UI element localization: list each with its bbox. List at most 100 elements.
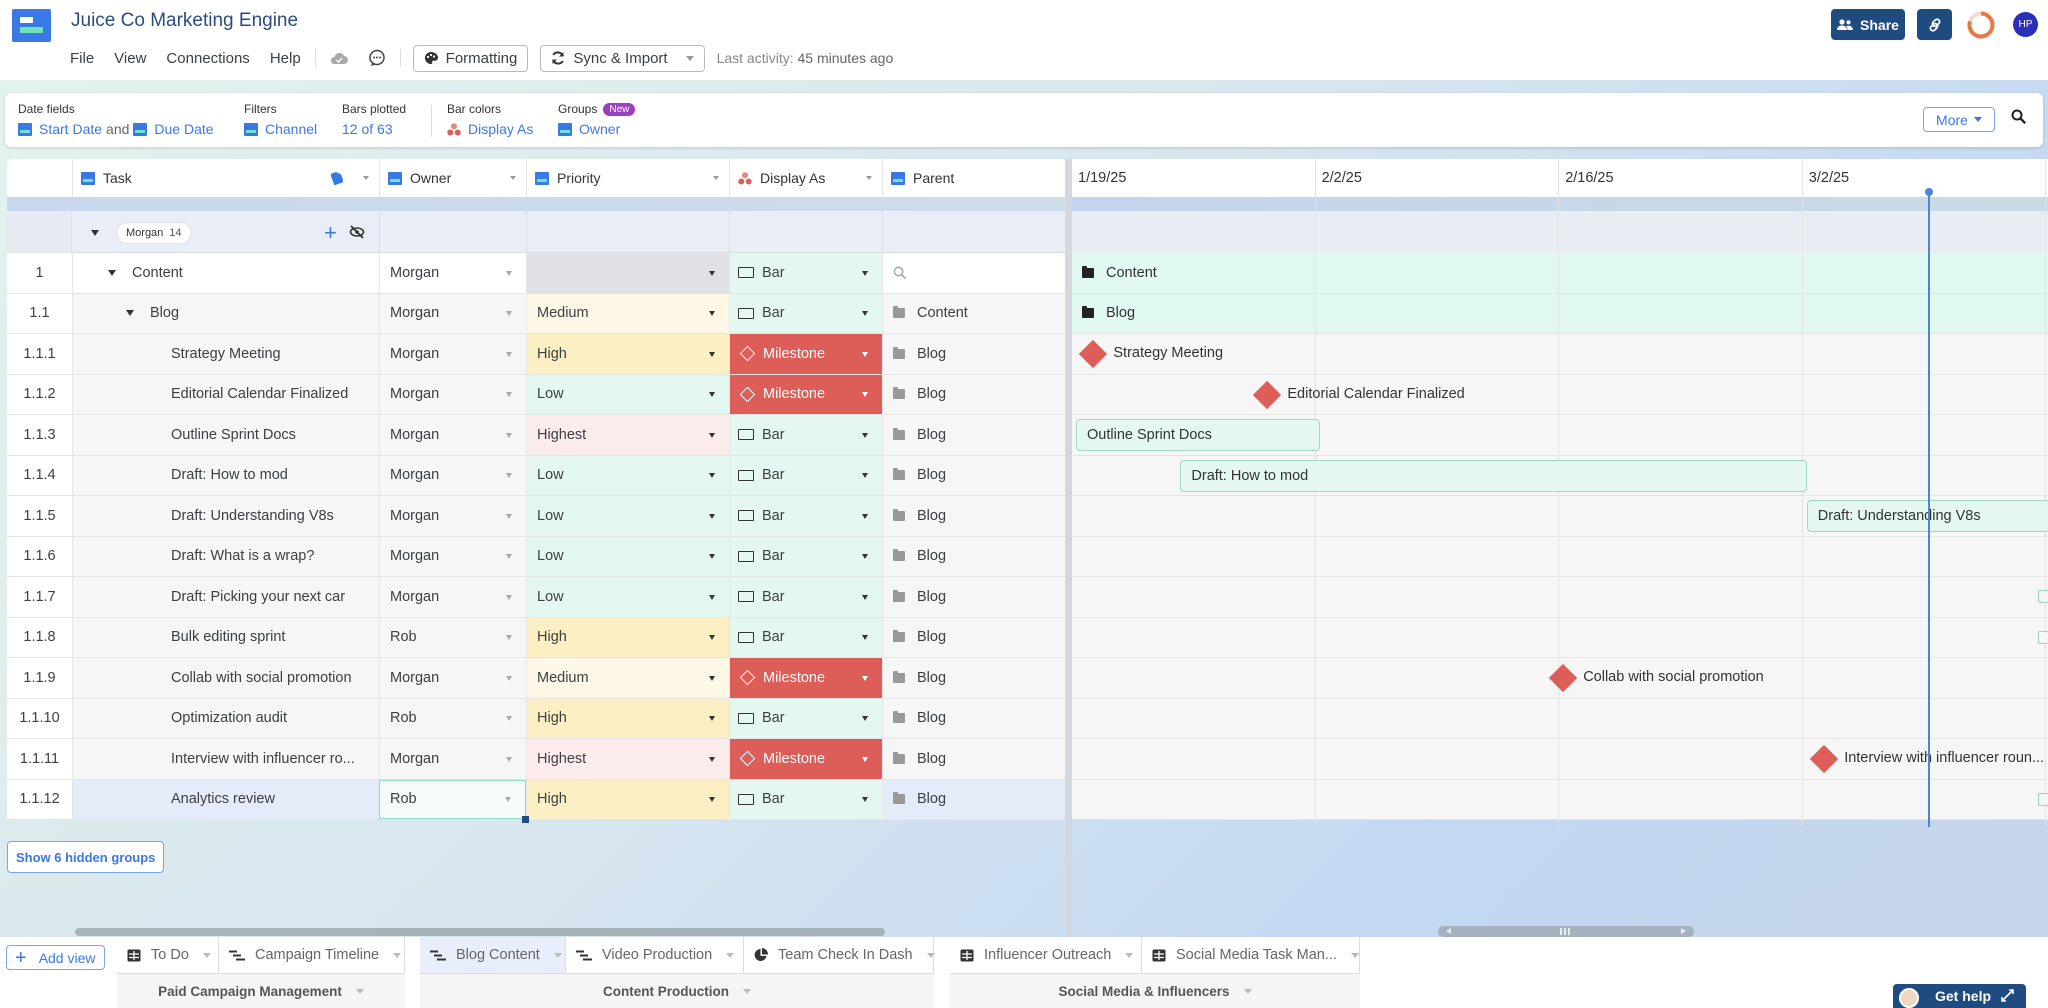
- progress-ring-icon[interactable]: [1966, 10, 1996, 40]
- chevron-down-icon[interactable]: [709, 756, 715, 762]
- chevron-down-icon[interactable]: [713, 176, 719, 180]
- chevron-down-icon[interactable]: [726, 952, 735, 958]
- user-avatar[interactable]: HP: [2013, 12, 2038, 37]
- owner-cell[interactable]: Morgan: [379, 496, 526, 536]
- column-header-owner[interactable]: Owner: [379, 159, 526, 197]
- view-tab[interactable]: Campaign Timeline: [219, 937, 405, 974]
- chevron-down-icon[interactable]: [862, 756, 868, 762]
- table-row[interactable]: 1.1.12 Analytics review Rob High Bar Blo…: [7, 779, 1065, 823]
- parent-cell[interactable]: Blog: [882, 577, 1065, 617]
- view-tab[interactable]: Team Check In Dash: [744, 937, 935, 974]
- owner-cell[interactable]: Morgan: [379, 739, 526, 779]
- chevron-down-icon[interactable]: [709, 513, 715, 519]
- chevron-down-icon[interactable]: [862, 432, 868, 438]
- chevron-down-icon[interactable]: [709, 351, 715, 357]
- chevron-down-icon[interactable]: [862, 311, 868, 317]
- parent-cell[interactable]: Blog: [882, 698, 1065, 738]
- owner-cell[interactable]: Morgan: [379, 658, 526, 698]
- priority-cell[interactable]: Low: [526, 536, 729, 576]
- grid-horizontal-scrollbar[interactable]: [75, 928, 885, 936]
- copy-link-button[interactable]: [1917, 9, 1952, 40]
- task-cell[interactable]: Interview with influencer ro...: [72, 739, 379, 779]
- priority-cell[interactable]: High: [526, 698, 729, 738]
- display-as-cell[interactable]: Milestone: [729, 739, 882, 779]
- chevron-down-icon[interactable]: [553, 952, 562, 958]
- chevron-down-icon[interactable]: [505, 797, 511, 803]
- chevron-down-icon[interactable]: [862, 716, 868, 722]
- app-title[interactable]: Juice Co Marketing Engine: [71, 10, 298, 32]
- scroll-grip-icon[interactable]: [1560, 928, 1570, 935]
- priority-cell[interactable]: Medium: [526, 658, 729, 698]
- groups-value[interactable]: Owner: [579, 121, 620, 137]
- offscreen-bar-indicator[interactable]: [2038, 630, 2048, 644]
- chevron-down-icon[interactable]: [506, 594, 512, 600]
- parent-cell[interactable]: Blog: [882, 739, 1065, 779]
- app-logo[interactable]: [12, 9, 51, 42]
- column-header-display-as[interactable]: Display As: [729, 159, 882, 197]
- parent-cell[interactable]: Blog: [882, 455, 1065, 495]
- task-cell[interactable]: Outline Sprint Docs: [72, 415, 379, 455]
- display-as-cell[interactable]: Milestone: [729, 334, 882, 374]
- chevron-down-icon[interactable]: [506, 351, 512, 357]
- chevron-down-icon[interactable]: [506, 554, 512, 560]
- display-as-cell[interactable]: Bar: [729, 455, 882, 495]
- view-tab[interactable]: Blog Content: [420, 937, 566, 974]
- task-cell[interactable]: Draft: Picking your next car: [72, 577, 379, 617]
- chevron-down-icon[interactable]: [862, 473, 868, 479]
- bar-colors-setting[interactable]: Bar colors Display As: [447, 101, 533, 137]
- parent-cell[interactable]: Blog: [882, 536, 1065, 576]
- chevron-down-icon[interactable]: [506, 392, 512, 398]
- view-group-paid-campaign[interactable]: Paid Campaign Management: [117, 974, 405, 1008]
- priority-cell[interactable]: Highest: [526, 415, 729, 455]
- task-cell[interactable]: Blog: [72, 293, 379, 333]
- table-row[interactable]: 1.1.5 Draft: Understanding V8s Morgan Lo…: [7, 496, 1065, 537]
- display-as-cell[interactable]: Bar: [729, 577, 882, 617]
- show-hidden-groups-button[interactable]: Show 6 hidden groups: [7, 841, 165, 873]
- chevron-down-icon[interactable]: [709, 392, 715, 398]
- task-cell[interactable]: Optimization audit: [72, 698, 379, 738]
- chevron-down-icon[interactable]: [393, 952, 402, 958]
- priority-cell[interactable]: Medium: [526, 293, 729, 333]
- priority-cell[interactable]: Low: [526, 374, 729, 414]
- owner-cell[interactable]: Morgan: [379, 293, 526, 333]
- chevron-down-icon[interactable]: [709, 716, 715, 722]
- menu-connections[interactable]: Connections: [166, 50, 249, 67]
- chevron-down-icon[interactable]: [1350, 952, 1359, 958]
- parent-cell[interactable]: Blog: [882, 779, 1065, 819]
- chevron-down-icon[interactable]: [709, 432, 715, 438]
- display-as-cell[interactable]: Bar: [729, 779, 882, 819]
- parent-cell[interactable]: Blog: [882, 496, 1065, 536]
- display-as-cell[interactable]: Bar: [729, 253, 882, 293]
- display-as-cell[interactable]: Bar: [729, 293, 882, 333]
- priority-cell[interactable]: High: [526, 779, 729, 819]
- get-help-button[interactable]: Get help: [1893, 984, 2026, 1008]
- column-header-task[interactable]: Task: [72, 159, 379, 197]
- owner-cell[interactable]: Morgan: [379, 415, 526, 455]
- scroll-left-icon[interactable]: [1446, 928, 1451, 934]
- owner-cell[interactable]: Rob: [379, 698, 526, 738]
- chevron-down-icon[interactable]: [1243, 988, 1252, 994]
- display-as-cell[interactable]: Bar: [729, 496, 882, 536]
- display-as-cell[interactable]: Bar: [729, 536, 882, 576]
- today-marker-dot[interactable]: [1925, 188, 1933, 196]
- chevron-down-icon[interactable]: [709, 270, 715, 276]
- menu-file[interactable]: File: [70, 50, 94, 67]
- share-button[interactable]: Share: [1831, 9, 1905, 40]
- view-tab[interactable]: Social Media Task Man...: [1142, 937, 1360, 974]
- table-row[interactable]: 1.1.4 Draft: How to mod Morgan Low Bar B…: [7, 455, 1065, 496]
- filter-channel[interactable]: Channel: [265, 121, 317, 137]
- table-row[interactable]: 1.1.1 Strategy Meeting Morgan High Miles…: [7, 334, 1065, 375]
- task-cell[interactable]: Editorial Calendar Finalized: [72, 374, 379, 414]
- cloud-saved-icon[interactable]: [328, 48, 350, 68]
- owner-cell[interactable]: Morgan: [379, 536, 526, 576]
- chevron-down-icon[interactable]: [1125, 952, 1134, 958]
- task-cell[interactable]: Collab with social promotion: [72, 658, 379, 698]
- chevron-down-icon[interactable]: [862, 675, 868, 681]
- chevron-down-icon[interactable]: [506, 432, 512, 438]
- parent-cell[interactable]: Content: [882, 293, 1065, 333]
- chevron-down-icon[interactable]: [709, 473, 715, 479]
- task-cell[interactable]: Draft: What is a wrap?: [72, 536, 379, 576]
- summary-bar[interactable]: Content: [1082, 253, 1157, 293]
- chevron-down-icon[interactable]: [506, 270, 512, 276]
- summary-bar[interactable]: Blog: [1082, 294, 1135, 334]
